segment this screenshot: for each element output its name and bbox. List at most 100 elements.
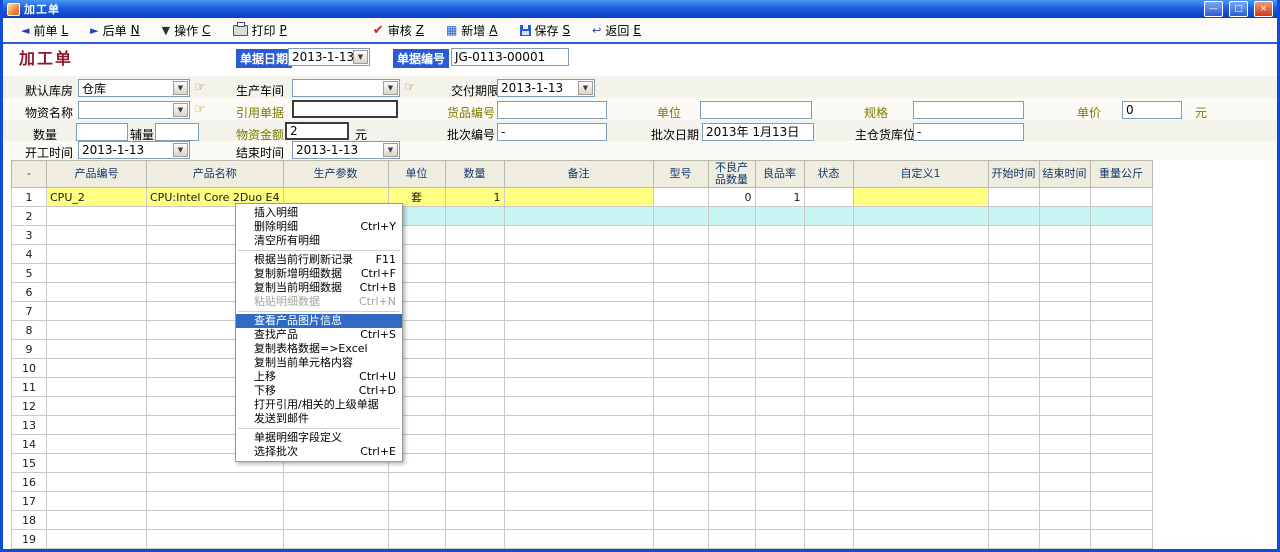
table-cell[interactable] — [445, 226, 504, 245]
table-cell[interactable] — [804, 245, 853, 264]
table-cell[interactable] — [1039, 416, 1090, 435]
table-cell[interactable] — [804, 492, 853, 511]
table-cell[interactable] — [708, 416, 755, 435]
table-cell[interactable] — [708, 302, 755, 321]
table-cell[interactable] — [445, 340, 504, 359]
table-cell[interactable] — [653, 283, 708, 302]
table-cell[interactable] — [504, 207, 653, 226]
table-cell[interactable] — [445, 435, 504, 454]
table-cell[interactable] — [804, 188, 853, 207]
product-no-input[interactable] — [497, 101, 607, 119]
table-cell[interactable] — [853, 378, 988, 397]
close-button[interactable]: × — [1254, 1, 1273, 17]
table-cell[interactable] — [47, 302, 147, 321]
table-cell[interactable] — [1039, 454, 1090, 473]
table-cell[interactable] — [653, 416, 708, 435]
menu-item[interactable]: 选择批次Ctrl+E — [236, 445, 402, 459]
main-location-input[interactable]: - — [913, 123, 1024, 141]
table-cell[interactable] — [755, 435, 804, 454]
column-header[interactable]: 重量公斤 — [1090, 161, 1152, 188]
table-cell[interactable] — [47, 359, 147, 378]
table-cell[interactable] — [653, 473, 708, 492]
table-cell[interactable] — [988, 511, 1039, 530]
table-cell[interactable] — [1039, 492, 1090, 511]
row-number-cell[interactable]: 16 — [12, 473, 47, 492]
table-cell[interactable] — [445, 283, 504, 302]
table-cell[interactable] — [853, 207, 988, 226]
table-cell[interactable] — [1090, 321, 1152, 340]
menu-item[interactable]: 插入明细 — [236, 206, 402, 220]
table-cell[interactable] — [1039, 283, 1090, 302]
material-name-combo[interactable]: ▼ — [78, 101, 190, 119]
warehouse-combo[interactable]: 仓库 ▼ — [78, 79, 190, 97]
table-cell[interactable] — [47, 397, 147, 416]
table-cell[interactable] — [804, 283, 853, 302]
workshop-combo[interactable]: ▼ — [292, 79, 400, 97]
table-cell[interactable] — [755, 378, 804, 397]
table-cell[interactable] — [853, 454, 988, 473]
column-header[interactable]: 单位 — [388, 161, 445, 188]
price-input[interactable]: 0 — [1122, 101, 1182, 119]
table-cell[interactable] — [653, 207, 708, 226]
table-cell[interactable] — [1039, 359, 1090, 378]
operations-button[interactable]: ▼ 操作C — [162, 22, 211, 39]
table-cell[interactable] — [653, 226, 708, 245]
table-cell[interactable] — [445, 359, 504, 378]
table-cell[interactable] — [653, 245, 708, 264]
table-cell[interactable] — [988, 454, 1039, 473]
table-cell[interactable] — [988, 302, 1039, 321]
table-cell[interactable] — [708, 207, 755, 226]
table-cell[interactable] — [653, 321, 708, 340]
table-cell[interactable] — [755, 283, 804, 302]
next-order-button[interactable]: ► 后单N — [90, 22, 139, 39]
table-cell[interactable] — [504, 188, 653, 207]
table-cell[interactable] — [504, 435, 653, 454]
table-cell[interactable] — [1039, 188, 1090, 207]
table-cell[interactable] — [653, 492, 708, 511]
table-cell[interactable] — [1090, 302, 1152, 321]
table-cell[interactable] — [755, 264, 804, 283]
table-cell[interactable] — [147, 530, 284, 549]
table-cell[interactable] — [47, 321, 147, 340]
dropdown-arrow-icon[interactable]: ▼ — [173, 143, 188, 157]
table-cell[interactable] — [504, 283, 653, 302]
table-cell[interactable] — [147, 492, 284, 511]
row-number-cell[interactable]: 11 — [12, 378, 47, 397]
table-cell[interactable] — [853, 416, 988, 435]
table-cell[interactable] — [504, 264, 653, 283]
menu-item[interactable]: 单据明细字段定义 — [236, 431, 402, 445]
picker-hand-icon[interactable]: ☞ — [194, 81, 206, 94]
table-cell[interactable] — [853, 283, 988, 302]
table-cell[interactable] — [504, 359, 653, 378]
table-cell[interactable] — [988, 283, 1039, 302]
table-cell[interactable] — [708, 454, 755, 473]
table-cell[interactable] — [853, 397, 988, 416]
table-cell[interactable] — [853, 340, 988, 359]
row-number-cell[interactable]: 15 — [12, 454, 47, 473]
row-number-cell[interactable]: 17 — [12, 492, 47, 511]
table-cell[interactable] — [853, 245, 988, 264]
table-cell[interactable] — [1039, 530, 1090, 549]
table-cell[interactable] — [1090, 226, 1152, 245]
table-cell[interactable] — [1039, 511, 1090, 530]
batch-no-input[interactable]: - — [497, 123, 607, 141]
table-cell[interactable] — [988, 435, 1039, 454]
menu-item[interactable]: 查找产品Ctrl+S — [236, 328, 402, 342]
table-cell[interactable] — [504, 245, 653, 264]
table-cell[interactable] — [445, 492, 504, 511]
table-cell[interactable] — [1090, 378, 1152, 397]
table-cell[interactable] — [804, 264, 853, 283]
column-header[interactable]: 产品名称 — [147, 161, 284, 188]
row-number-cell[interactable]: 7 — [12, 302, 47, 321]
table-cell[interactable] — [653, 264, 708, 283]
deadline-combo[interactable]: 2013-1-13 ▼ — [497, 79, 595, 97]
menu-item[interactable]: 上移Ctrl+U — [236, 370, 402, 384]
column-header[interactable]: 开始时间 — [988, 161, 1039, 188]
menu-item[interactable]: 复制当前单元格内容 — [236, 356, 402, 370]
table-cell[interactable] — [988, 359, 1039, 378]
table-cell[interactable] — [988, 340, 1039, 359]
doc-date-combo[interactable]: 2013-1-13 ▼ — [288, 48, 370, 66]
row-number-cell[interactable]: 6 — [12, 283, 47, 302]
table-cell[interactable] — [804, 302, 853, 321]
row-number-cell[interactable]: 10 — [12, 359, 47, 378]
